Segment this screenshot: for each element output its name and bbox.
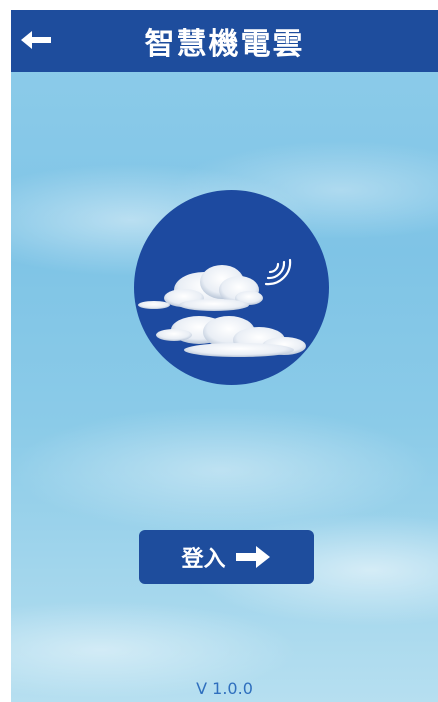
app-logo: [134, 190, 329, 385]
arrow-right-icon: [235, 546, 270, 568]
app-screen: 智慧機電雲 登入 V 1.0.0: [11, 10, 438, 702]
app-version: V 1.0.0: [196, 679, 253, 698]
login-label: 登入: [181, 547, 226, 572]
page-title: 智慧機電雲: [144, 27, 305, 62]
top-app-bar: 智慧機電雲: [11, 10, 438, 72]
login-button[interactable]: 登入: [139, 530, 314, 584]
cloud-wireless-icon: [138, 258, 306, 357]
